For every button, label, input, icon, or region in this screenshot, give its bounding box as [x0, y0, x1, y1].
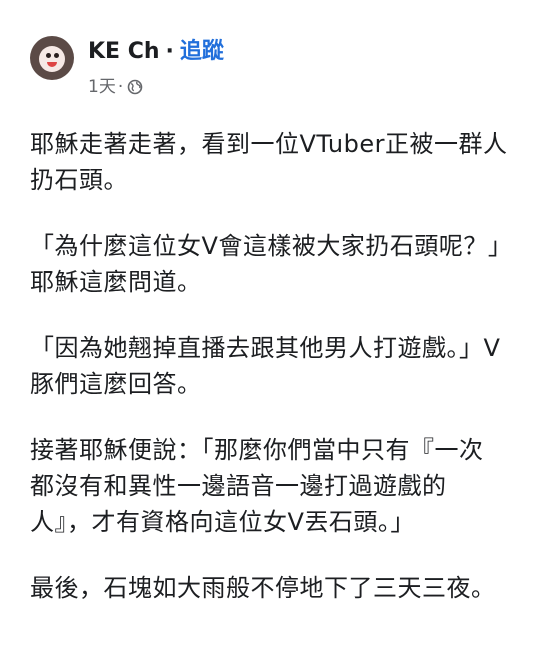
- post-paragraph-3: 「因為她翹掉直播去跟其他男人打遊戲。」V 豚們這麼回答。: [30, 334, 501, 398]
- follow-button[interactable]: 追蹤: [180, 39, 224, 64]
- meta-separator: ·: [117, 77, 124, 97]
- post-paragraph-5: 最後，石塊如大雨般不停地下了三天三夜。: [30, 574, 496, 602]
- avatar-eye-right: [54, 53, 59, 58]
- avatar[interactable]: [30, 36, 74, 80]
- author-name[interactable]: KE Ch: [88, 39, 160, 64]
- post-paragraph-2: 「為什麼這位女V會這樣被大家扔石頭呢？」 耶穌這麼問道。: [30, 232, 513, 296]
- post-paragraph-1: 耶穌走著走著，看到一位VTuber正被一群人 扔石頭。: [30, 130, 508, 194]
- post-paragraph-4: 接著耶穌便說：「那麼你們當中只有『一次 都沒有和異性一邊語音一邊打過遊戲的 人』…: [30, 436, 484, 536]
- post-header: KE Ch · 追蹤 1天 ·: [30, 30, 530, 110]
- avatar-eye-left: [46, 53, 51, 58]
- author-separator: ·: [165, 39, 174, 64]
- post-card: KE Ch · 追蹤 1天 · 耶穌走著走著，看到一位VTuber正被一群人 扔石頭。…: [0, 0, 560, 646]
- globe-icon: [127, 79, 143, 95]
- author-row: KE Ch · 追蹤: [88, 38, 224, 66]
- post-body: 耶穌走著走著，看到一位VTuber正被一群人 扔石頭。 「為什麼這位女V會這樣被…: [30, 126, 540, 636]
- post-timestamp[interactable]: 1天: [88, 77, 116, 97]
- post-meta: 1天 ·: [88, 76, 143, 98]
- avatar-face: [39, 46, 65, 72]
